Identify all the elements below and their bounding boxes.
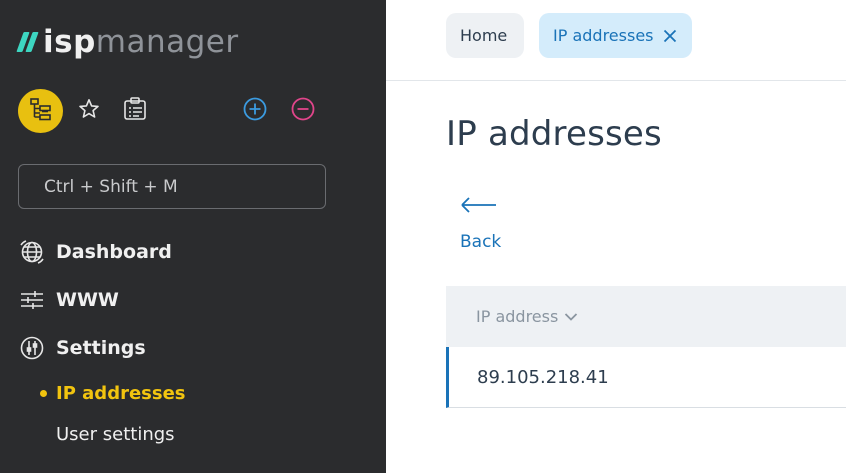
remove-button[interactable]	[290, 96, 316, 126]
nav-item-settings[interactable]: Settings	[18, 332, 146, 364]
column-header-ip-address[interactable]: IP address	[446, 286, 846, 347]
tab-ip-addresses[interactable]: IP addresses	[539, 13, 692, 58]
nav-subitem-ip-addresses[interactable]: IP addresses	[40, 379, 186, 407]
back-button[interactable]: Back	[460, 196, 501, 252]
nav-item-www[interactable]: WWW	[18, 284, 119, 316]
nav-subitem-label: IP addresses	[56, 382, 186, 404]
tab-home[interactable]: Home	[446, 13, 524, 58]
star-icon	[77, 97, 101, 125]
nav-item-dashboard[interactable]: Dashboard	[18, 236, 172, 268]
table-cell-ip: 89.105.218.41	[477, 366, 609, 388]
table-row[interactable]: 89.105.218.41	[446, 347, 846, 408]
arrow-left-icon	[460, 196, 501, 218]
minus-circle-icon	[290, 96, 316, 126]
menu-search-input[interactable]	[18, 164, 326, 209]
ispmanager-logo[interactable]: ispmanager	[16, 22, 239, 62]
column-header-label: IP address	[476, 307, 559, 326]
chevron-down-icon	[564, 312, 578, 322]
main-content: Home IP addresses IP addresses Back IP a…	[386, 0, 846, 473]
clipboard-button[interactable]	[122, 96, 148, 126]
sliders-icon	[18, 287, 45, 314]
tree-structure-icon	[28, 96, 54, 126]
plus-circle-icon	[242, 96, 268, 126]
nav-item-label: Settings	[56, 337, 146, 359]
nav-subitem-user-settings[interactable]: User settings	[56, 420, 175, 448]
logo-text-isp: isp	[43, 24, 96, 60]
close-icon[interactable]	[662, 28, 678, 44]
nav-item-label: Dashboard	[56, 241, 172, 263]
tab-label: Home	[460, 26, 508, 45]
ip-address-table: IP address 89.105.218.41	[446, 286, 846, 408]
nav-item-label: WWW	[56, 289, 119, 311]
logo-mark-icon	[16, 32, 39, 52]
nav-subitem-label: User settings	[56, 423, 175, 445]
tab-label: IP addresses	[553, 26, 654, 45]
page-title: IP addresses	[446, 114, 662, 154]
add-button[interactable]	[242, 96, 268, 126]
tab-bar: Home IP addresses	[386, 0, 846, 81]
logo-wordmark: ispmanager	[43, 22, 239, 62]
tree-structure-button[interactable]	[18, 89, 63, 133]
globe-icon	[18, 239, 45, 266]
favorites-button[interactable]	[76, 98, 102, 124]
active-indicator-dot	[40, 389, 47, 397]
sidebar-toolbar	[18, 89, 328, 133]
sidebar: ispmanager Ctrl + Shift + M Dashboard WW…	[0, 0, 386, 473]
back-label: Back	[460, 232, 502, 252]
settings-dial-icon	[18, 335, 45, 362]
clipboard-list-icon	[122, 96, 148, 126]
logo-text-manager: manager	[95, 24, 239, 60]
